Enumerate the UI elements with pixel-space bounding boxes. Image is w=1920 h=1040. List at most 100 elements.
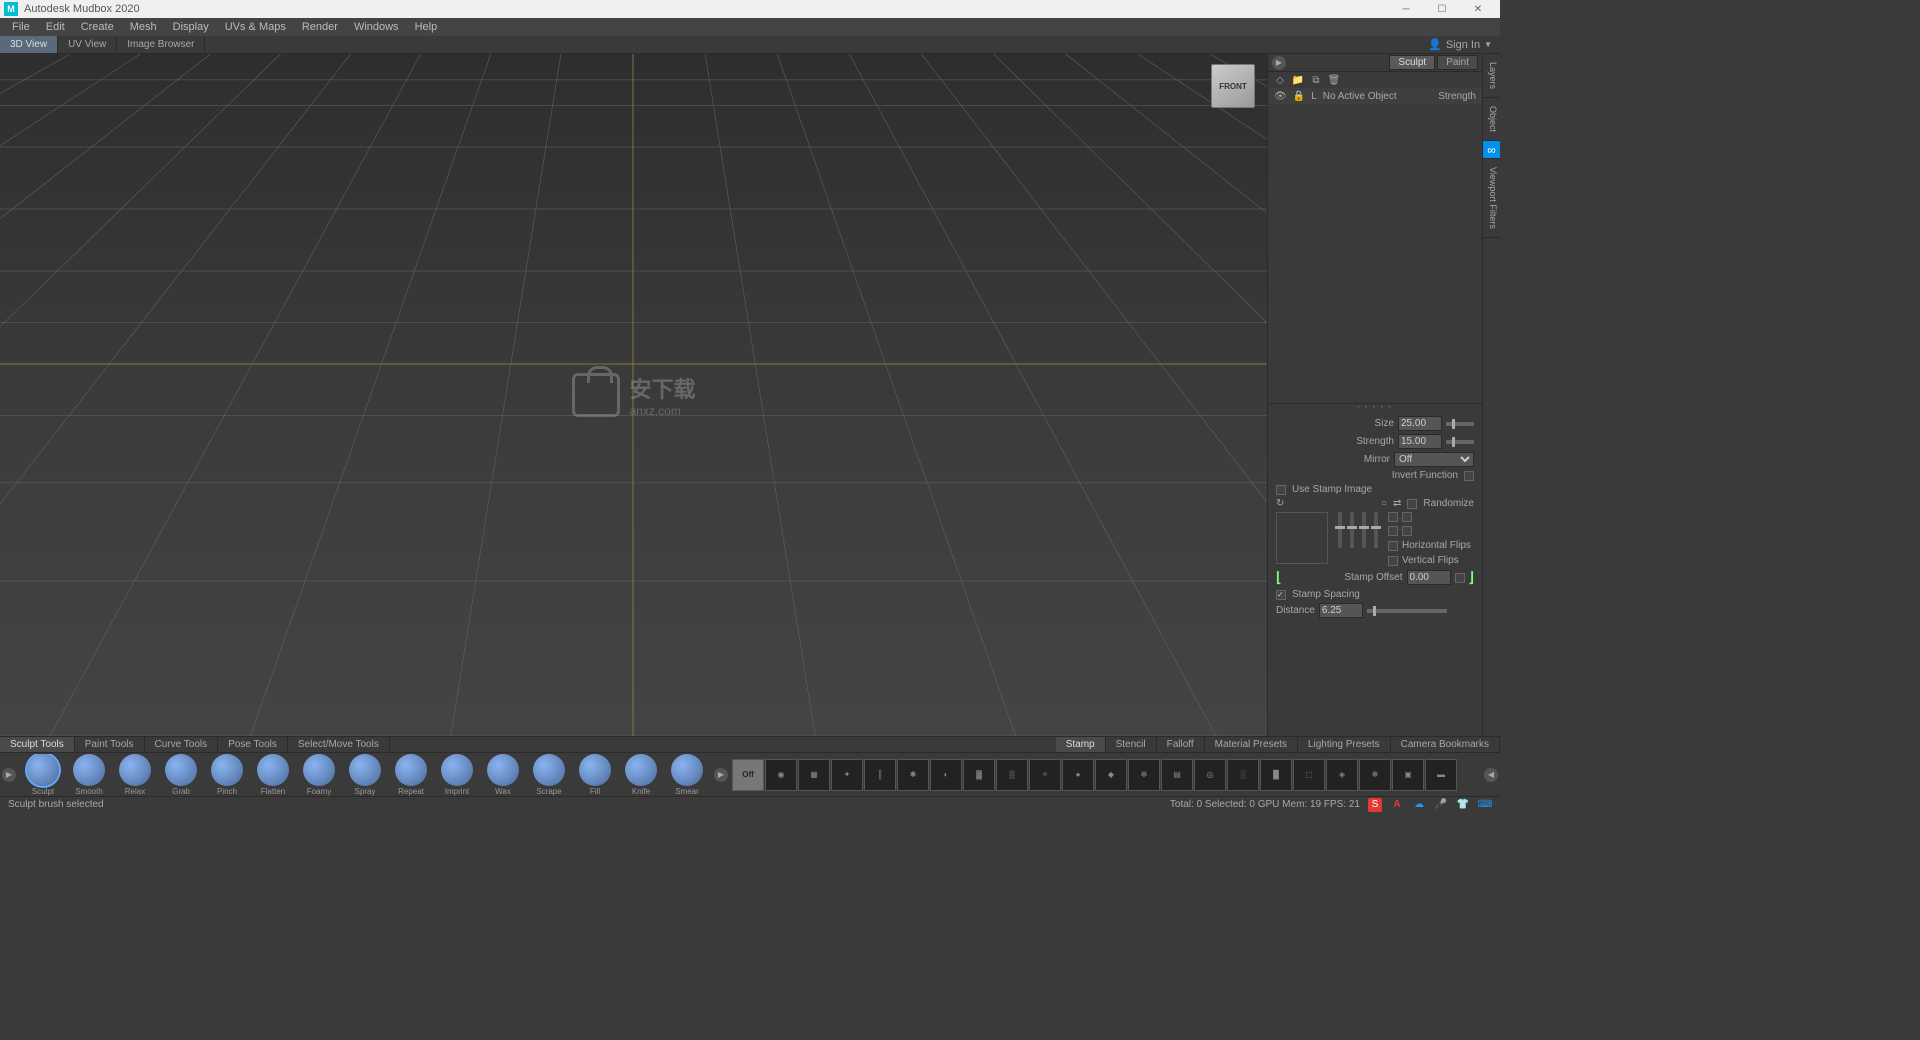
stamp-thumb-5[interactable]: ◐ [930, 759, 962, 791]
stamp-thumb-15[interactable]: █ [1260, 759, 1292, 791]
stampoffset-lock[interactable] [1455, 573, 1465, 583]
stamp-thumb-1[interactable]: ▦ [798, 759, 830, 791]
stamp-preview[interactable] [1276, 512, 1328, 564]
stamp-thumb-20[interactable]: ▬ [1425, 759, 1457, 791]
tab-image-browser[interactable]: Image Browser [117, 36, 205, 53]
stampspacing-checkbox[interactable] [1276, 590, 1286, 600]
cat-curve-tools[interactable]: Curve Tools [145, 737, 219, 752]
person-icon[interactable]: 👕 [1456, 798, 1470, 812]
distance-slider[interactable] [1367, 609, 1447, 613]
panel-collapse-icon[interactable]: ▶ [1272, 56, 1286, 70]
lock-icon[interactable]: 🔒 [1293, 91, 1305, 102]
viewcube[interactable]: FRONT [1211, 64, 1255, 108]
stamp-thumb-4[interactable]: ✱ [897, 759, 929, 791]
vslider-1[interactable] [1338, 512, 1342, 548]
tool-knife[interactable]: Knife [620, 754, 662, 796]
eye-icon[interactable]: 👁 [1274, 91, 1287, 102]
stamp-thumb-3[interactable]: ║ [864, 759, 896, 791]
mode-sculpt-tab[interactable]: Sculpt [1389, 55, 1435, 70]
tool-foamy[interactable]: Foamy [298, 754, 340, 796]
cat-stamp[interactable]: Stamp [1056, 737, 1106, 752]
viewport-3d[interactable]: FRONT 安下载 anxz.com [0, 54, 1267, 736]
vflip-checkbox[interactable] [1388, 556, 1398, 566]
tab-uv-view[interactable]: UV View [58, 36, 117, 53]
reset-icon[interactable]: ○ [1381, 498, 1387, 509]
randomize-checkbox[interactable] [1407, 499, 1417, 509]
panel-drag-handle[interactable]: • • • • • [1268, 404, 1482, 412]
tool-fill[interactable]: Fill [574, 754, 616, 796]
cloud-icon[interactable]: ☁ [1412, 798, 1426, 812]
strength-input[interactable] [1398, 434, 1442, 449]
menu-windows[interactable]: Windows [346, 18, 407, 36]
tab-3d-view[interactable]: 3D View [0, 36, 58, 53]
vslider-2[interactable] [1350, 512, 1354, 548]
size-slider[interactable] [1446, 422, 1474, 426]
signin-button[interactable]: 👤 Sign In ▼ [1420, 38, 1500, 51]
square-cb-1[interactable] [1388, 512, 1398, 522]
duplicate-icon[interactable]: ⧉ [1310, 74, 1322, 86]
maximize-button[interactable]: ☐ [1424, 0, 1460, 18]
layers-list[interactable] [1268, 104, 1482, 404]
cat-stencil[interactable]: Stencil [1106, 737, 1157, 752]
hflip-checkbox[interactable] [1388, 541, 1398, 551]
cat-sculpt-tools[interactable]: Sculpt Tools [0, 737, 75, 752]
strength-slider[interactable] [1446, 440, 1474, 444]
tool-smear[interactable]: Smear [666, 754, 708, 796]
stamps-scroll-left[interactable]: ▶ [714, 768, 728, 782]
stampoffset-input[interactable] [1407, 570, 1451, 585]
vtab-layers[interactable]: Layers [1483, 54, 1500, 98]
stamp-thumb-7[interactable]: ▒ [996, 759, 1028, 791]
size-input[interactable] [1398, 416, 1442, 431]
tool-spray[interactable]: Spray [344, 754, 386, 796]
stamp-thumb-2[interactable]: ✦ [831, 759, 863, 791]
menu-mesh[interactable]: Mesh [122, 18, 165, 36]
tool-smooth[interactable]: Smooth [68, 754, 110, 796]
menu-edit[interactable]: Edit [38, 18, 73, 36]
delete-icon[interactable]: 🗑 [1328, 74, 1340, 86]
usestamp-checkbox[interactable] [1276, 485, 1286, 495]
vtab-viewport-filters[interactable]: Viewport Filters [1483, 159, 1500, 238]
stamp-thumb-11[interactable]: ✻ [1128, 759, 1160, 791]
stamp-thumb-16[interactable]: ⬚ [1293, 759, 1325, 791]
close-button[interactable]: ✕ [1460, 0, 1496, 18]
menu-create[interactable]: Create [73, 18, 122, 36]
tool-wax[interactable]: Wax [482, 754, 524, 796]
cat-camera[interactable]: Camera Bookmarks [1391, 737, 1500, 752]
vtab-link-icon[interactable]: ∞ [1483, 141, 1500, 159]
cat-pose-tools[interactable]: Pose Tools [218, 737, 288, 752]
stamp-thumb-8[interactable]: ✧ [1029, 759, 1061, 791]
mode-paint-tab[interactable]: Paint [1437, 55, 1478, 70]
stamp-thumb-17[interactable]: ◈ [1326, 759, 1358, 791]
stamp-thumb-12[interactable]: ▤ [1161, 759, 1193, 791]
tool-relax[interactable]: Relax [114, 754, 156, 796]
vtab-object[interactable]: Object [1483, 98, 1500, 141]
cat-select-tools[interactable]: Select/Move Tools [288, 737, 390, 752]
menu-display[interactable]: Display [165, 18, 217, 36]
stamp-off[interactable]: Off [732, 759, 764, 791]
vslider-3[interactable] [1362, 512, 1366, 548]
square-cb-2[interactable] [1402, 512, 1412, 522]
new-layer-icon[interactable]: ◇ [1274, 74, 1286, 86]
mic-icon[interactable]: 🎤 [1434, 798, 1448, 812]
tool-pinch[interactable]: Pinch [206, 754, 248, 796]
menu-file[interactable]: File [4, 18, 38, 36]
tool-flatten[interactable]: Flatten [252, 754, 294, 796]
square-cb-3[interactable] [1388, 526, 1398, 536]
a-icon[interactable]: A [1390, 798, 1404, 812]
tool-sculpt[interactable]: Sculpt [22, 754, 64, 796]
tool-imprint[interactable]: Imprint [436, 754, 478, 796]
stamp-thumb-6[interactable]: ▓ [963, 759, 995, 791]
menu-render[interactable]: Render [294, 18, 346, 36]
cat-material[interactable]: Material Presets [1205, 737, 1298, 752]
tool-grab[interactable]: Grab [160, 754, 202, 796]
cat-falloff[interactable]: Falloff [1157, 737, 1205, 752]
mirror-select[interactable]: Off [1394, 452, 1474, 467]
vslider-4[interactable] [1374, 512, 1378, 548]
distance-input[interactable] [1319, 603, 1363, 618]
tool-scrape[interactable]: Scrape [528, 754, 570, 796]
tray-scroll-left[interactable]: ▶ [2, 768, 16, 782]
tool-repeat[interactable]: Repeat [390, 754, 432, 796]
tray-scroll-right[interactable]: ◀ [1484, 768, 1498, 782]
stamp-thumb-19[interactable]: ▣ [1392, 759, 1424, 791]
stamp-thumb-14[interactable]: ░ [1227, 759, 1259, 791]
